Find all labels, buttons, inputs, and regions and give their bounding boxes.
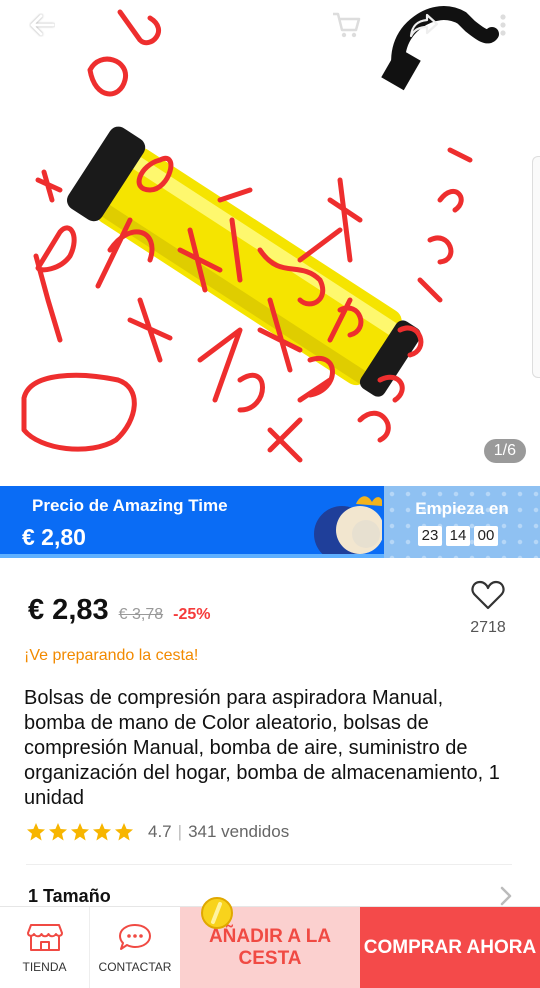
current-price: € 2,83 bbox=[28, 594, 109, 626]
wishlist-count: 2718 bbox=[470, 619, 506, 636]
sold-count: 341 vendidos bbox=[188, 822, 290, 841]
heart-icon bbox=[471, 580, 505, 610]
chevron-right-icon[interactable] bbox=[498, 884, 514, 908]
product-image-carousel[interactable]: 1/6 bbox=[0, 0, 540, 486]
pump-top-cap bbox=[381, 47, 421, 91]
star-rating bbox=[26, 822, 134, 842]
more-vert-icon[interactable] bbox=[486, 8, 520, 42]
rating-row[interactable]: 4.7 | 341 vendidos bbox=[26, 822, 289, 842]
star-icon bbox=[93, 823, 111, 841]
star-icon bbox=[115, 823, 133, 841]
promo-teaser: ¡Ve preparando la cesta! bbox=[24, 647, 199, 664]
flash-deal-title: Precio de Amazing Time bbox=[32, 496, 228, 515]
bottom-action-bar: TIENDA CONTACTAR AÑADIR A LA CESTA COMPR… bbox=[0, 906, 540, 988]
promo-underline bbox=[0, 554, 384, 558]
chat-bubble-icon bbox=[119, 924, 151, 950]
countdown-minutes: 14 bbox=[446, 526, 470, 546]
product-title: Bolsas de compresión para aspiradora Man… bbox=[24, 687, 500, 809]
product-page: 1/6 Precio de Amazing Time € 2,80 Empiez… bbox=[0, 0, 540, 988]
side-drawer-handle[interactable] bbox=[532, 156, 540, 378]
countdown-label: Empieza en bbox=[415, 499, 509, 518]
discount-badge: -25% bbox=[173, 606, 211, 623]
contact-label: CONTACTAR bbox=[98, 960, 172, 974]
rating-value: 4.7 bbox=[148, 822, 172, 841]
star-icon bbox=[71, 823, 89, 841]
back-arrow-icon[interactable] bbox=[22, 8, 62, 42]
countdown-hours: 23 bbox=[418, 526, 442, 546]
add-to-cart-label: AÑADIR A LA CESTA bbox=[208, 926, 332, 969]
star-icon bbox=[49, 823, 67, 841]
flash-deal-banner[interactable]: Precio de Amazing Time € 2,80 Empieza en… bbox=[0, 486, 540, 558]
countdown-timer: 23 14 00 bbox=[418, 526, 498, 546]
contact-button[interactable]: CONTACTAR bbox=[90, 907, 180, 988]
countdown-seconds: 00 bbox=[474, 526, 498, 546]
countdown-panel: Empieza en 23 14 00 bbox=[384, 486, 540, 558]
wishlist-button[interactable]: 2718 bbox=[462, 580, 514, 637]
share-icon[interactable] bbox=[404, 8, 444, 42]
store-button[interactable]: TIENDA bbox=[0, 907, 90, 988]
store-label: TIENDA bbox=[22, 960, 67, 974]
star-icon bbox=[27, 823, 45, 841]
flash-deal-price: € 2,80 bbox=[22, 524, 86, 550]
section-divider bbox=[26, 864, 512, 865]
cart-icon[interactable] bbox=[326, 8, 366, 42]
rating-separator: | bbox=[177, 822, 183, 841]
product-photo bbox=[21, 6, 499, 463]
original-price: € 3,78 bbox=[118, 606, 164, 623]
flash-deal-price-panel: Precio de Amazing Time € 2,80 bbox=[0, 486, 384, 558]
price-row: € 2,83 € 3,78 -25% bbox=[28, 594, 210, 627]
store-icon bbox=[26, 924, 63, 951]
mascot-illustration bbox=[314, 496, 382, 558]
buy-now-button[interactable]: COMPRAR AHORA bbox=[360, 907, 540, 988]
coin-icon bbox=[201, 897, 233, 929]
buy-now-label: COMPRAR AHORA bbox=[363, 937, 537, 958]
size-selector-label[interactable]: 1 Tamaño bbox=[28, 886, 111, 907]
image-counter: 1/6 bbox=[483, 439, 526, 463]
